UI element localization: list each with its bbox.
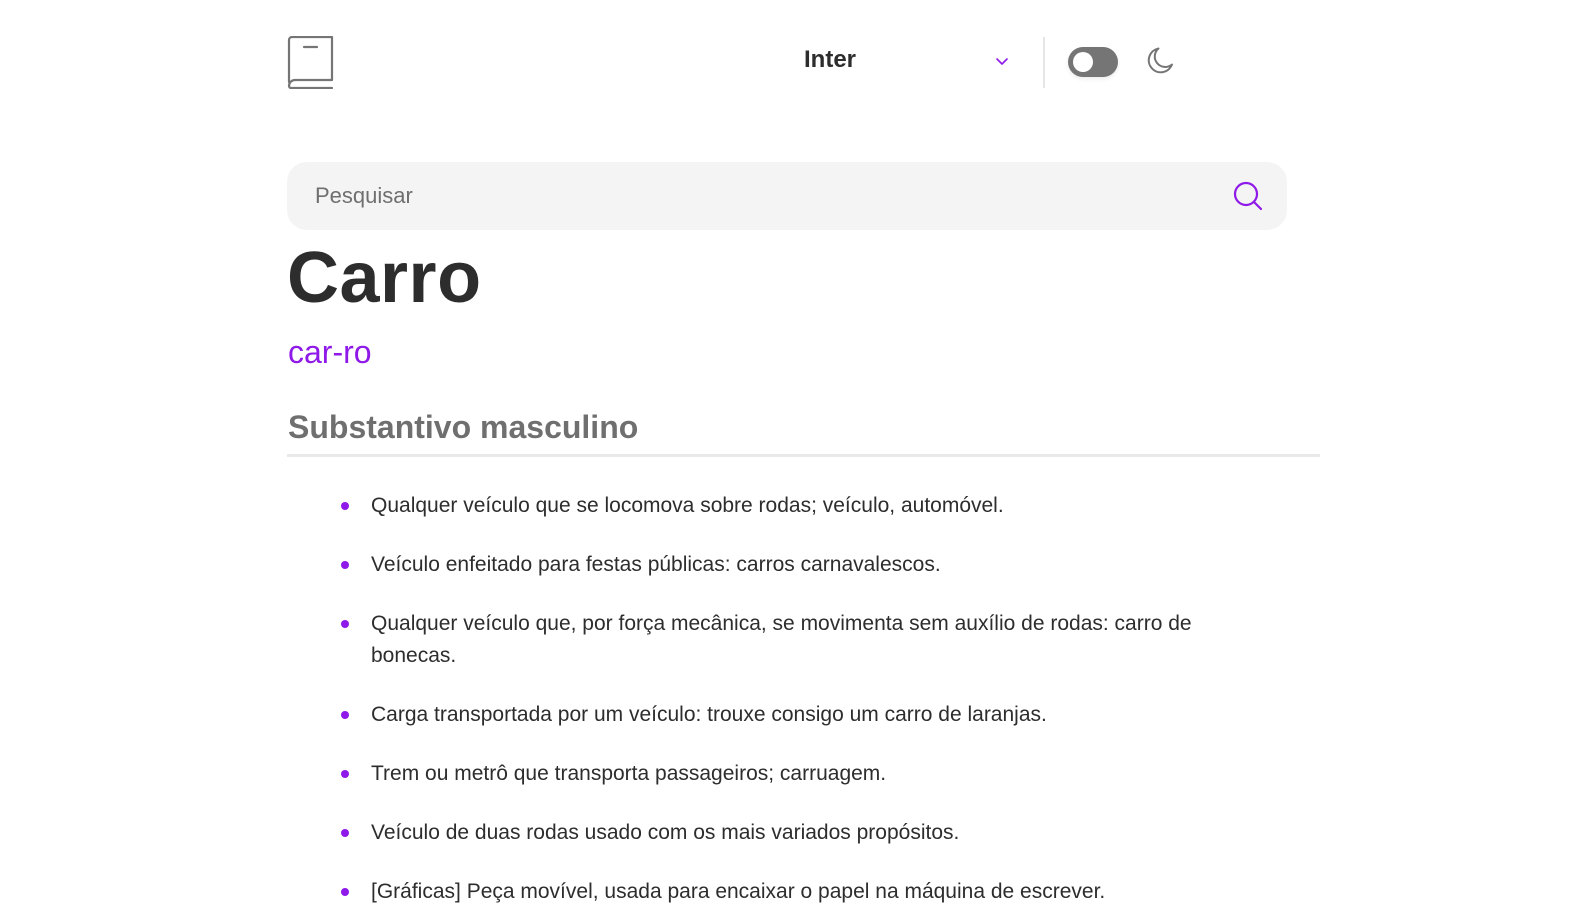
header-divider bbox=[1043, 37, 1045, 88]
bullet bbox=[341, 770, 349, 778]
search-input[interactable] bbox=[315, 176, 1195, 216]
section-divider bbox=[287, 454, 1320, 457]
definition-item: Veículo enfeitado para festas públicas: … bbox=[337, 549, 1237, 581]
font-family-value: Inter bbox=[804, 46, 857, 73]
dictionary-page: Inter Carro car-ro Substantivo masculino… bbox=[0, 0, 1588, 922]
bullet bbox=[341, 561, 349, 569]
bullet bbox=[341, 502, 349, 510]
entry-phonetic: car-ro bbox=[288, 334, 372, 370]
definition-item: [Gráficas] Peça movível, usada para enca… bbox=[337, 876, 1237, 908]
font-family-select[interactable]: Inter bbox=[780, 40, 1030, 80]
definition-text: [Gráficas] Peça movível, usada para enca… bbox=[371, 880, 1106, 903]
definition-item: Qualquer veículo que se locomova sobre r… bbox=[337, 490, 1237, 522]
theme-toggle[interactable] bbox=[1068, 47, 1118, 77]
book-icon[interactable] bbox=[287, 35, 335, 90]
definition-text: Veículo enfeitado para festas públicas: … bbox=[371, 553, 941, 576]
search-icon[interactable] bbox=[1231, 179, 1265, 213]
chevron-down-icon bbox=[993, 52, 1011, 70]
entry-word: Carro bbox=[287, 238, 482, 318]
part-of-speech-heading: Substantivo masculino bbox=[288, 409, 639, 445]
moon-icon bbox=[1146, 45, 1176, 77]
definitions-list: Qualquer veículo que se locomova sobre r… bbox=[337, 490, 1237, 922]
toggle-knob bbox=[1073, 52, 1093, 72]
bullet bbox=[341, 620, 349, 628]
definition-text: Qualquer veículo que se locomova sobre r… bbox=[371, 494, 1004, 517]
definition-item: Carga transportada por um veículo: troux… bbox=[337, 699, 1237, 731]
definition-text: Veículo de duas rodas usado com os mais … bbox=[371, 821, 960, 844]
bullet bbox=[341, 888, 349, 896]
definition-text: Qualquer veículo que, por força mecânica… bbox=[371, 612, 1192, 667]
bullet bbox=[341, 711, 349, 719]
definition-text: Carga transportada por um veículo: troux… bbox=[371, 703, 1047, 726]
search-bar bbox=[287, 162, 1287, 230]
definition-item: Veículo de duas rodas usado com os mais … bbox=[337, 817, 1237, 849]
bullet bbox=[341, 829, 349, 837]
definition-item: Trem ou metrô que transporta passageiros… bbox=[337, 758, 1237, 790]
definition-text: Trem ou metrô que transporta passageiros… bbox=[371, 762, 887, 785]
definition-item: Qualquer veículo que, por força mecânica… bbox=[337, 608, 1237, 672]
